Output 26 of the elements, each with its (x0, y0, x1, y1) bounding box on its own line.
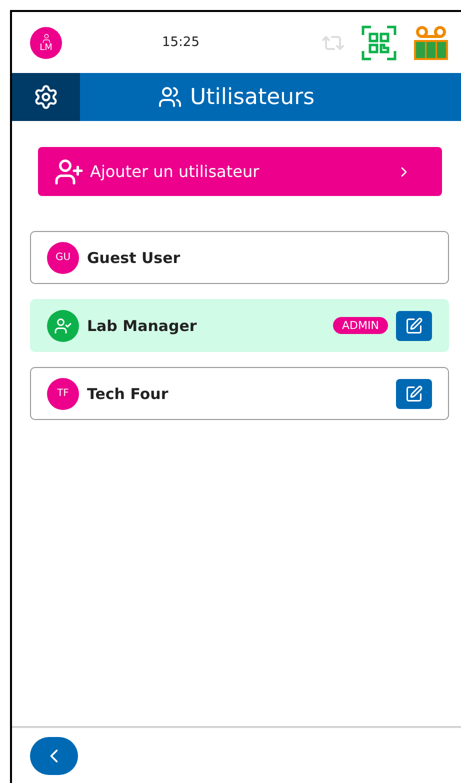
user-name: Lab Manager (87, 316, 198, 334)
edit-button[interactable] (396, 310, 432, 340)
users-icon (158, 85, 182, 109)
settings-button[interactable] (12, 73, 80, 121)
add-user-button[interactable]: Ajouter un utilisateur (38, 147, 442, 196)
cassette-icon[interactable] (413, 24, 449, 60)
user-check-icon (54, 316, 72, 334)
person-icon (40, 32, 52, 44)
user-name: Tech Four (87, 384, 170, 402)
user-row[interactable]: Lab Manager ADMIN (30, 299, 449, 352)
initials-avatar: TF (47, 378, 79, 410)
back-button[interactable] (30, 736, 78, 774)
user-name: Guest User (87, 248, 182, 266)
initials-avatar: GU (47, 242, 79, 274)
user-plus-icon (54, 156, 84, 186)
user-row[interactable]: TF Tech Four (30, 367, 449, 420)
settings-icon (33, 84, 59, 110)
user-row[interactable]: GU Guest User (30, 231, 449, 284)
qr-code-icon[interactable] (361, 24, 397, 60)
edit-button[interactable] (396, 378, 432, 408)
page-title: Utilisateurs (190, 84, 315, 110)
role-badge: ADMIN (333, 317, 388, 334)
user-avatar[interactable]: LM (30, 26, 62, 58)
clock-time: 15:25 (162, 35, 200, 50)
edit-icon (405, 316, 423, 334)
edit-icon (405, 384, 423, 402)
